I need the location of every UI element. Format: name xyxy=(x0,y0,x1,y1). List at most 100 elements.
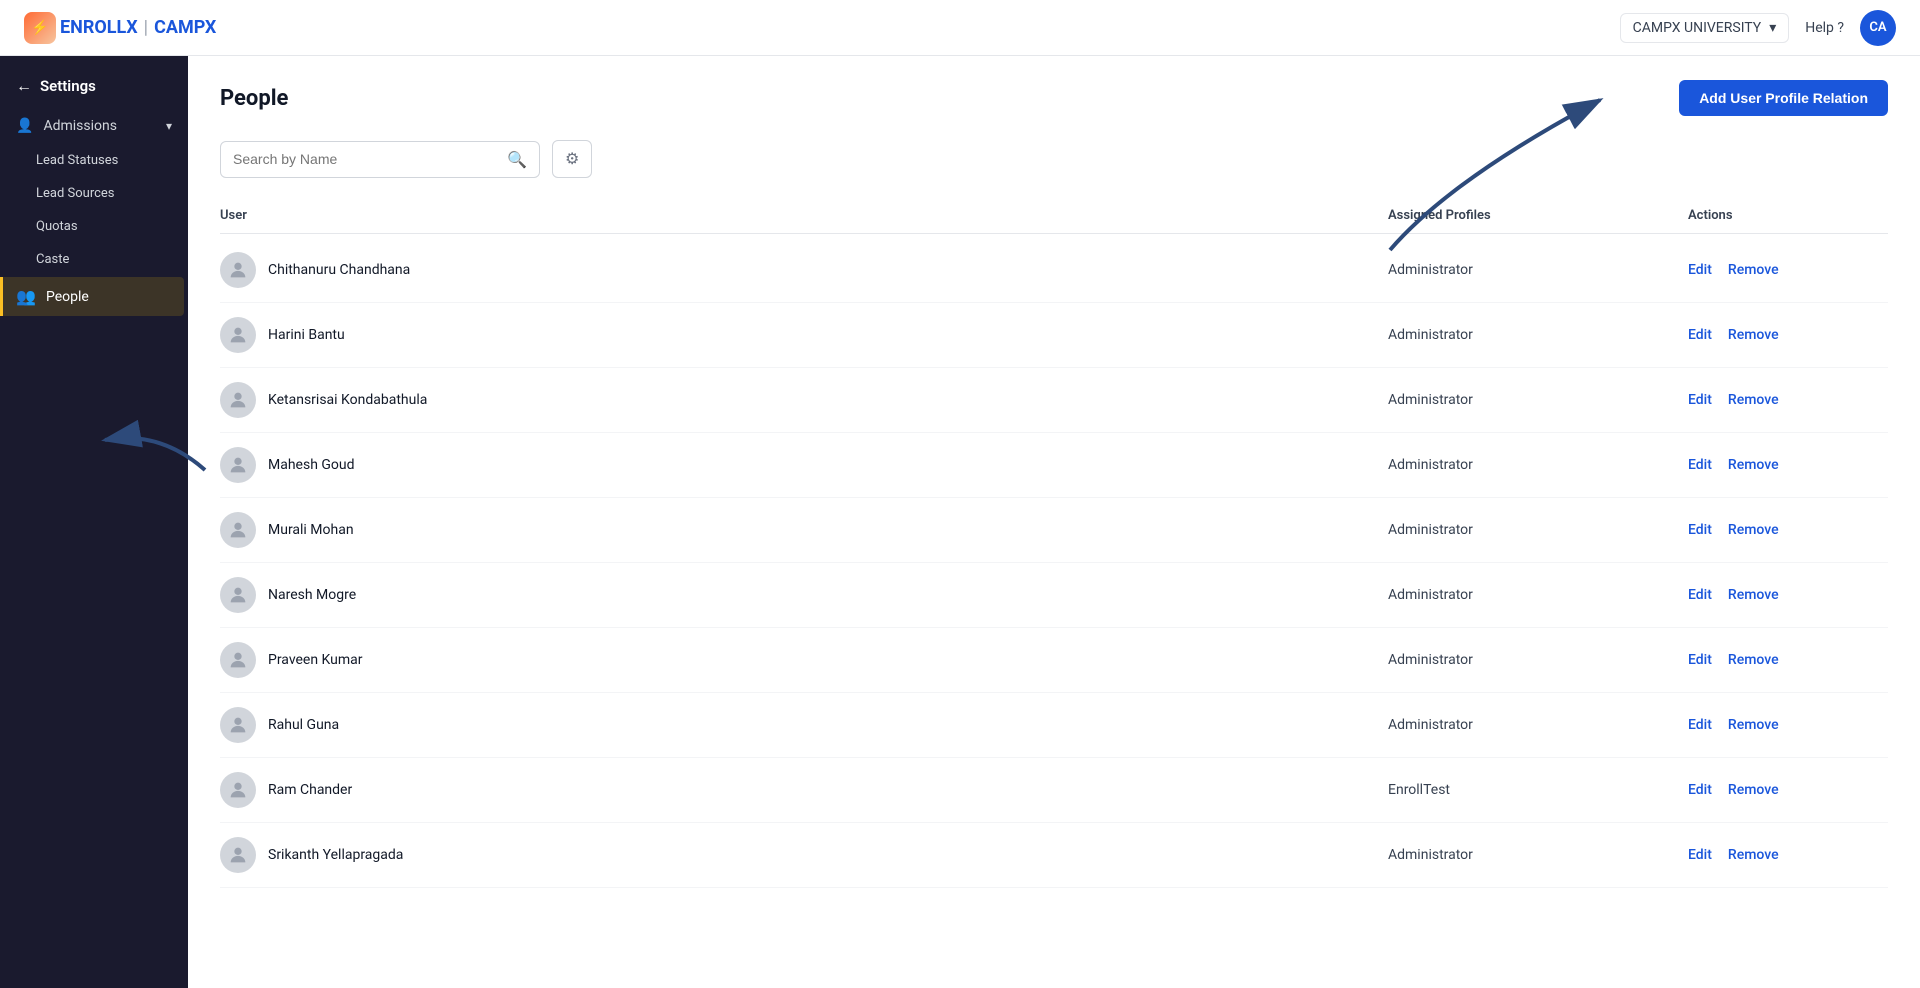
table-row: Rahul Guna Administrator Edit Remove xyxy=(220,693,1888,758)
actions-cell: Edit Remove xyxy=(1688,587,1888,603)
table-row: Ketansrisai Kondabathula Administrator E… xyxy=(220,368,1888,433)
actions-cell: Edit Remove xyxy=(1688,652,1888,668)
table-row: Ram Chander EnrollTest Edit Remove xyxy=(220,758,1888,823)
table-body: Chithanuru Chandhana Administrator Edit … xyxy=(220,238,1888,888)
edit-button[interactable]: Edit xyxy=(1688,587,1712,603)
edit-button[interactable]: Edit xyxy=(1688,782,1712,798)
table-header: User Assigned Profiles Actions xyxy=(220,198,1888,234)
logo-enrollx: ⚡ ENROLLX xyxy=(24,12,138,44)
edit-button[interactable]: Edit xyxy=(1688,327,1712,343)
remove-button[interactable]: Remove xyxy=(1728,652,1779,668)
user-name: Srikanth Yellapragada xyxy=(268,847,403,863)
table-row: Srikanth Yellapragada Administrator Edit… xyxy=(220,823,1888,888)
user-cell: Naresh Mogre xyxy=(220,577,1388,613)
assigned-profile: EnrollTest xyxy=(1388,782,1688,798)
remove-button[interactable]: Remove xyxy=(1728,522,1779,538)
remove-button[interactable]: Remove xyxy=(1728,392,1779,408)
col-header-assigned-profiles: Assigned Profiles xyxy=(1388,208,1688,223)
user-cell: Chithanuru Chandhana xyxy=(220,252,1388,288)
chevron-down-icon: ▾ xyxy=(166,119,172,133)
user-name: Rahul Guna xyxy=(268,717,339,733)
edit-button[interactable]: Edit xyxy=(1688,392,1712,408)
assigned-profile: Administrator xyxy=(1388,327,1688,343)
remove-button[interactable]: Remove xyxy=(1728,782,1779,798)
table-row: Harini Bantu Administrator Edit Remove xyxy=(220,303,1888,368)
edit-button[interactable]: Edit xyxy=(1688,522,1712,538)
filter-button[interactable]: ⚙ xyxy=(552,140,592,178)
sidebar-item-lead-statuses[interactable]: Lead Statuses xyxy=(8,144,188,177)
user-name: Mahesh Goud xyxy=(268,457,355,473)
chevron-down-icon: ▾ xyxy=(1769,20,1776,36)
remove-button[interactable]: Remove xyxy=(1728,847,1779,863)
user-cell: Rahul Guna xyxy=(220,707,1388,743)
navbar: ⚡ ENROLLX | CAMPX CAMPX UNIVERSITY ▾ Hel… xyxy=(0,0,1920,56)
assigned-profile: Administrator xyxy=(1388,392,1688,408)
remove-button[interactable]: Remove xyxy=(1728,717,1779,733)
logo-divider: | xyxy=(144,17,148,38)
user-cell: Ketansrisai Kondabathula xyxy=(220,382,1388,418)
user-name: Naresh Mogre xyxy=(268,587,356,603)
enrollx-text: ENROLLX xyxy=(60,17,138,38)
edit-button[interactable]: Edit xyxy=(1688,457,1712,473)
actions-cell: Edit Remove xyxy=(1688,717,1888,733)
sidebar-item-quotas[interactable]: Quotas xyxy=(8,210,188,243)
campx-text: CAMPX xyxy=(154,17,216,38)
user-name: Harini Bantu xyxy=(268,327,345,343)
assigned-profile: Administrator xyxy=(1388,847,1688,863)
content-area: People Add User Profile Relation 🔍 ⚙ Use… xyxy=(188,56,1920,988)
admissions-sub-items: Lead Statuses Lead Sources Quotas Caste xyxy=(0,144,188,276)
user-cell: Ram Chander xyxy=(220,772,1388,808)
lead-statuses-label: Lead Statuses xyxy=(36,153,118,168)
sidebar-item-lead-sources[interactable]: Lead Sources xyxy=(8,177,188,210)
edit-button[interactable]: Edit xyxy=(1688,717,1712,733)
assigned-profile: Administrator xyxy=(1388,717,1688,733)
user-name: Chithanuru Chandhana xyxy=(268,262,410,278)
user-cell: Mahesh Goud xyxy=(220,447,1388,483)
add-user-profile-relation-button[interactable]: Add User Profile Relation xyxy=(1679,80,1888,116)
edit-button[interactable]: Edit xyxy=(1688,847,1712,863)
sidebar-item-people[interactable]: 👥 People xyxy=(0,277,184,316)
people-label: People xyxy=(46,289,89,305)
remove-button[interactable]: Remove xyxy=(1728,262,1779,278)
avatar xyxy=(220,512,256,548)
remove-button[interactable]: Remove xyxy=(1728,327,1779,343)
actions-cell: Edit Remove xyxy=(1688,262,1888,278)
table-row: Naresh Mogre Administrator Edit Remove xyxy=(220,563,1888,628)
user-cell: Praveen Kumar xyxy=(220,642,1388,678)
help-link[interactable]: Help ? xyxy=(1805,20,1844,36)
user-cell: Harini Bantu xyxy=(220,317,1388,353)
avatar xyxy=(220,837,256,873)
actions-cell: Edit Remove xyxy=(1688,392,1888,408)
assigned-profile: Administrator xyxy=(1388,457,1688,473)
back-arrow-icon: ← xyxy=(16,76,32,96)
sidebar-item-admissions[interactable]: 👤 Admissions ▾ xyxy=(0,108,188,144)
remove-button[interactable]: Remove xyxy=(1728,587,1779,603)
content-header: People Add User Profile Relation xyxy=(220,80,1888,116)
main-layout: ← Settings 👤 Admissions ▾ Lead Statuses … xyxy=(0,56,1920,988)
avatar xyxy=(220,317,256,353)
edit-button[interactable]: Edit xyxy=(1688,262,1712,278)
avatar xyxy=(220,382,256,418)
admissions-label: Admissions xyxy=(43,118,117,134)
lead-sources-label: Lead Sources xyxy=(36,186,115,201)
org-selector[interactable]: CAMPX UNIVERSITY ▾ xyxy=(1620,13,1790,43)
edit-button[interactable]: Edit xyxy=(1688,652,1712,668)
page-title: People xyxy=(220,86,288,111)
avatar[interactable]: CA xyxy=(1860,10,1896,46)
sidebar-back-button[interactable]: ← Settings xyxy=(0,56,188,108)
search-input[interactable] xyxy=(233,151,499,167)
col-header-actions: Actions xyxy=(1688,208,1888,223)
col-header-user: User xyxy=(220,208,1388,223)
avatar xyxy=(220,707,256,743)
remove-button[interactable]: Remove xyxy=(1728,457,1779,473)
caste-label: Caste xyxy=(36,252,69,267)
filter-icon: ⚙ xyxy=(565,149,579,169)
table-row: Murali Mohan Administrator Edit Remove xyxy=(220,498,1888,563)
assigned-profile: Administrator xyxy=(1388,652,1688,668)
sidebar-item-caste[interactable]: Caste xyxy=(8,243,188,276)
people-icon: 👥 xyxy=(16,287,36,306)
actions-cell: Edit Remove xyxy=(1688,782,1888,798)
avatar xyxy=(220,772,256,808)
search-area: 🔍 ⚙ xyxy=(220,140,1888,178)
user-cell: Srikanth Yellapragada xyxy=(220,837,1388,873)
